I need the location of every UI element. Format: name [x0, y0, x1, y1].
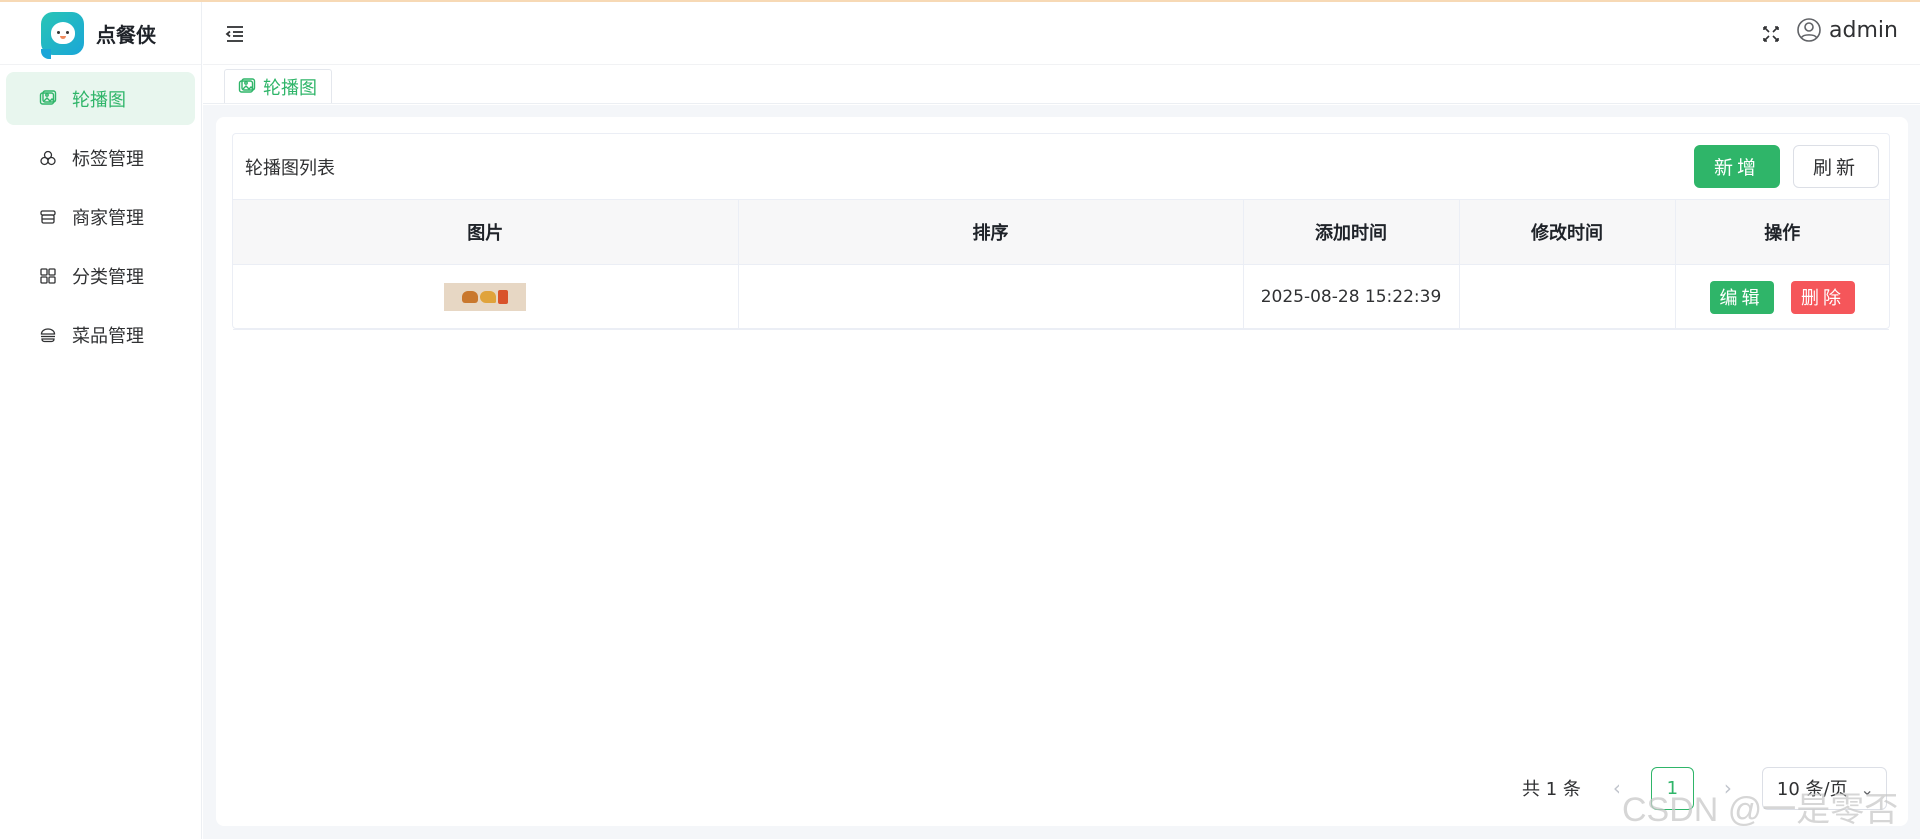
- cell-sort: [738, 264, 1244, 330]
- logo-icon: [41, 11, 84, 59]
- page-number-current[interactable]: 1: [1650, 766, 1694, 810]
- user-name: admin: [1829, 17, 1898, 43]
- table-row: 2025-08-28 15:22:39 编辑 删除: [233, 264, 1889, 330]
- sidebar-item-dishes[interactable]: 菜品管理: [6, 308, 195, 361]
- column-header-actions: 操作: [1675, 199, 1889, 265]
- page-size-value: 10 条/页: [1776, 779, 1848, 800]
- burger-icon: [462, 291, 479, 303]
- user-avatar-icon: [1796, 17, 1822, 43]
- sidebar-item-label: 菜品管理: [72, 325, 144, 347]
- pizza-icon: [480, 291, 497, 303]
- chevron-down-icon: ⌄: [1860, 779, 1874, 799]
- sidebar-item-label: 轮播图: [72, 89, 126, 111]
- sidebar-item-merchants[interactable]: 商家管理: [6, 190, 195, 243]
- burger-icon: [38, 325, 58, 345]
- pagination: 共 1 条 ‹ 1 › 10 条/页 ⌄: [1522, 766, 1887, 810]
- page-size-select[interactable]: 10 条/页 ⌄: [1761, 766, 1887, 810]
- sidebar: 点餐侠 轮播图 标签管理 商家管理 分类管理 菜品管理: [0, 2, 202, 839]
- sidebar-item-categories[interactable]: 分类管理: [6, 249, 195, 302]
- add-button[interactable]: 新增: [1694, 145, 1780, 188]
- column-header-image: 图片: [233, 199, 739, 265]
- cell-updated: [1459, 264, 1676, 330]
- image-icon: [237, 77, 257, 97]
- panel-title: 轮播图列表: [245, 158, 335, 179]
- fullscreen-icon[interactable]: [1759, 22, 1783, 46]
- table-header-row: 图片 排序 添加时间 修改时间 操作: [233, 199, 1889, 265]
- brand[interactable]: 点餐侠: [0, 2, 201, 65]
- carousel-table: 图片 排序 添加时间 修改时间 操作 2025-08-28 15:22:39 编…: [233, 199, 1889, 330]
- sidebar-item-carousel[interactable]: 轮播图: [6, 72, 195, 125]
- sidebar-item-tags[interactable]: 标签管理: [6, 131, 195, 184]
- cell-image: [233, 264, 739, 330]
- menu-fold-icon[interactable]: [223, 22, 247, 46]
- sidebar-item-label: 商家管理: [72, 207, 144, 229]
- column-header-updated: 修改时间: [1459, 199, 1676, 265]
- tab-label: 轮播图: [263, 77, 317, 99]
- column-header-sort: 排序: [738, 199, 1244, 265]
- brand-name: 点餐侠: [96, 22, 156, 47]
- image-icon: [38, 89, 58, 109]
- drink-icon: [498, 290, 509, 304]
- tabs-bar: 轮播图: [203, 66, 1920, 104]
- carousel-list-panel: 轮播图列表 新增 刷新 图片 排序 添加时间 修改时间 操作 2025-08-2…: [232, 133, 1890, 330]
- carousel-thumbnail[interactable]: [444, 283, 527, 311]
- store-icon: [38, 207, 58, 227]
- delete-button[interactable]: 删除: [1790, 280, 1855, 314]
- sidebar-item-label: 标签管理: [72, 148, 144, 170]
- refresh-button[interactable]: 刷新: [1793, 145, 1879, 188]
- user-menu[interactable]: admin: [1796, 17, 1898, 43]
- column-header-created: 添加时间: [1243, 199, 1460, 265]
- prev-page-icon[interactable]: ‹: [1603, 774, 1631, 802]
- next-page-icon[interactable]: ›: [1714, 774, 1742, 802]
- top-header: admin: [203, 2, 1920, 65]
- sidebar-menu: 轮播图 标签管理 商家管理 分类管理 菜品管理: [0, 65, 201, 374]
- cell-actions: 编辑 删除: [1675, 264, 1889, 330]
- sidebar-item-label: 分类管理: [72, 266, 144, 288]
- edit-button[interactable]: 编辑: [1709, 280, 1774, 314]
- cell-created: 2025-08-28 15:22:39: [1243, 264, 1460, 330]
- tags-icon: [38, 148, 58, 168]
- tab-carousel[interactable]: 轮播图: [224, 69, 332, 103]
- grid-icon: [38, 266, 58, 286]
- total-count: 共 1 条: [1522, 779, 1581, 800]
